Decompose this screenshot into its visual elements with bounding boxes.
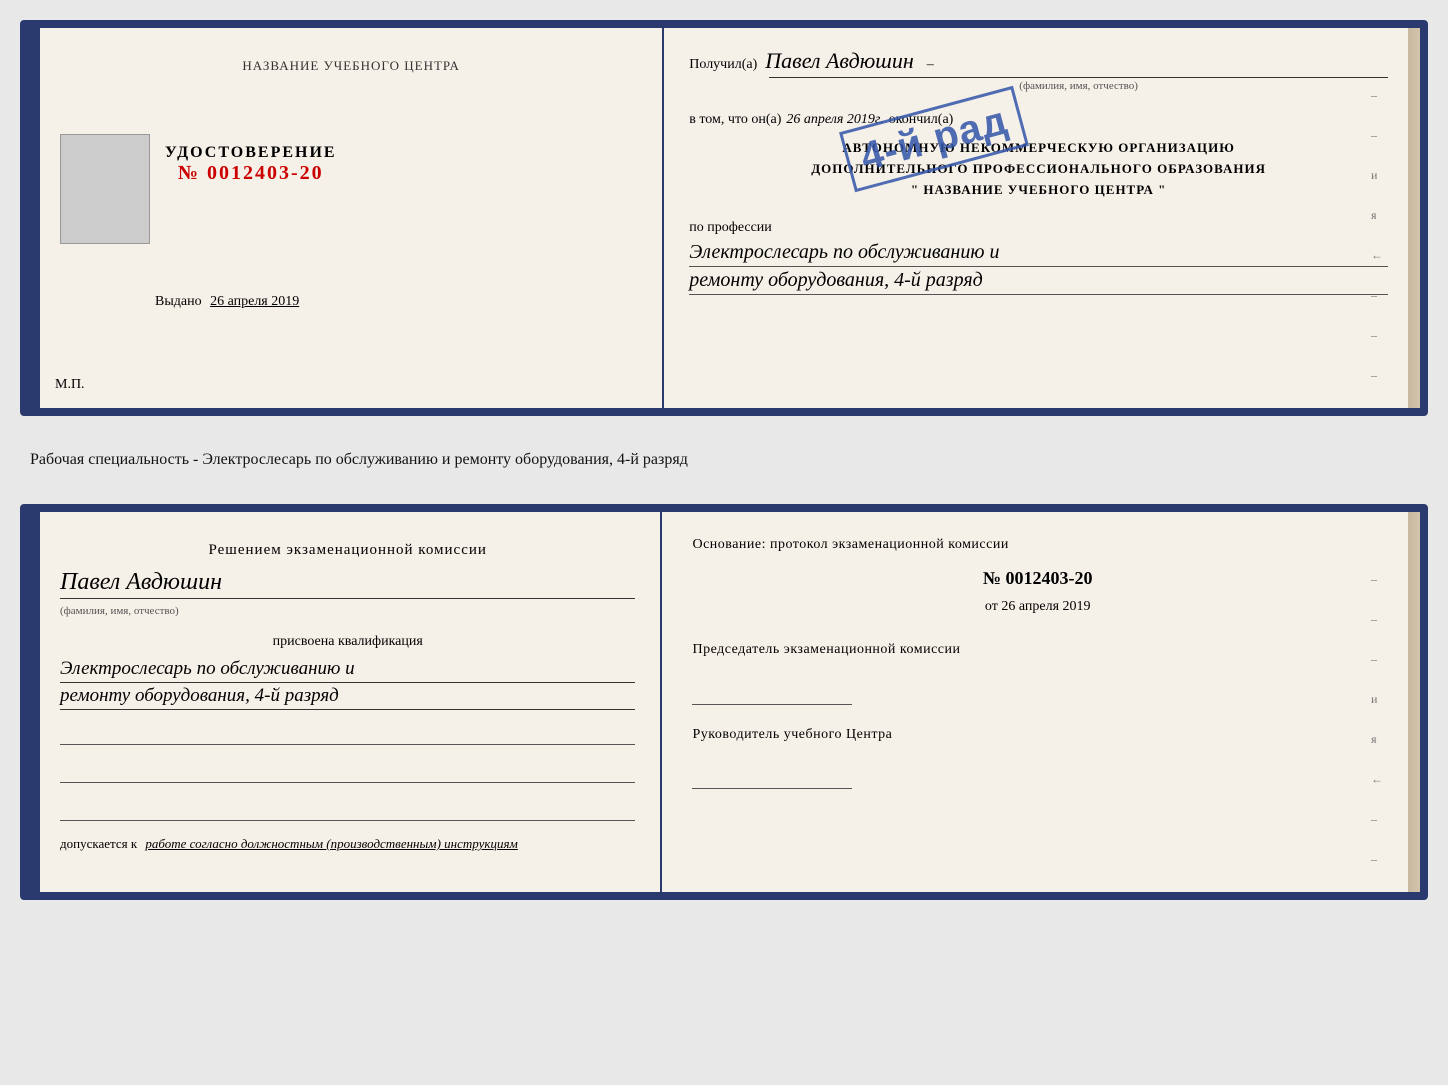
osnovaniye-text: Основание: протокол экзаменационной коми… (692, 537, 1383, 553)
number-value: 0012403-20 (207, 162, 324, 184)
profession-line2-top: ремонту оборудования, 4-й разряд (689, 269, 1388, 295)
deco-b-dash4: – (1371, 812, 1383, 827)
blank-lines (60, 725, 635, 821)
dopuskaetsya-value: работе согласно должностным (производств… (145, 836, 517, 851)
mp-label: М.П. (55, 377, 85, 393)
second-right-page: Основание: протокол экзаменационной коми… (662, 512, 1408, 892)
ot-date: от 26 апреля 2019 (692, 599, 1383, 615)
deco-b-dash5: – (1371, 852, 1383, 867)
protocol-number-value: 0012403-20 (1006, 568, 1093, 588)
right-deco-top: – – и я ← – – – – (1371, 88, 1383, 416)
left-content: УДОСТОВЕРЕНИЕ № 0012403-20 Выдано 26 апр… (60, 114, 642, 310)
vtom-line: в том, что он(а) 26 апреля 2019г. окончи… (689, 112, 1388, 128)
decision-title: Решением экзаменационной комиссии (60, 542, 635, 559)
org-line3: " НАЗВАНИЕ УЧЕБНОГО ЦЕНТРА " (689, 180, 1388, 201)
top-certificate-booklet: НАЗВАНИЕ УЧЕБНОГО ЦЕНТРА УДОСТОВЕРЕНИЕ №… (20, 20, 1428, 416)
deco-b-ya: я (1371, 732, 1383, 747)
vtom-label: в том, что он(а) (689, 112, 781, 128)
photo-placeholder (60, 134, 150, 244)
received-line: Получил(а) Павел Авдюшин – (689, 48, 1388, 74)
vydano-block: Выдано 26 апреля 2019 (155, 294, 299, 310)
qual-line1: Электрослесарь по обслуживанию и (60, 658, 635, 683)
fio-label-bottom: (фамилия, имя, отчество) (60, 605, 179, 617)
vydano-label: Выдано (155, 294, 202, 309)
predsedatel-block: Председатель экзаменационной комиссии (692, 640, 1383, 705)
deco-dash6: – (1371, 408, 1383, 416)
page-wrapper: НАЗВАНИЕ УЧЕБНОГО ЦЕНТРА УДОСТОВЕРЕНИЕ №… (20, 20, 1428, 900)
booklet-right-page: Получил(а) Павел Авдюшин – (фамилия, имя… (664, 28, 1408, 408)
deco-and: и (1371, 168, 1383, 183)
predsedatel-title: Председатель экзаменационной комиссии (692, 640, 1383, 660)
udostoverenie-title: УДОСТОВЕРЕНИЕ (165, 144, 337, 162)
deco-b-dash1: – (1371, 572, 1383, 587)
booklet-spine-bottom-left (28, 512, 40, 892)
booklet-spine-left (28, 28, 40, 408)
deco-larrow: ← (1371, 248, 1383, 263)
org-block: АВТОНОМНУЮ НЕКОММЕРЧЕСКУЮ ОРГАНИЗАЦИЮ ДО… (689, 138, 1388, 200)
fio-label-top: (фамилия, имя, отчество) (769, 77, 1388, 92)
deco-b-dash3: – (1371, 652, 1383, 667)
ot-date-value: 26 апреля 2019 (1001, 599, 1090, 614)
deco-dash1: – (1371, 88, 1383, 103)
booklet-spine-right (1408, 28, 1420, 408)
person-name-bottom: Павел Авдюшин (60, 569, 635, 599)
org-line1: АВТОНОМНУЮ НЕКОММЕРЧЕСКУЮ ОРГАНИЗАЦИЮ (689, 138, 1388, 159)
deco-b-and: и (1371, 692, 1383, 707)
dash-top: – (927, 57, 934, 73)
deco-ya: я (1371, 208, 1383, 223)
center-name-top: НАЗВАНИЕ УЧЕБНОГО ЦЕНТРА (242, 58, 459, 74)
vydano-date: 26 апреля 2019 (210, 294, 299, 309)
person-name-top: Павел Авдюшин (765, 48, 913, 74)
blank-line-1 (60, 725, 635, 745)
deco-dash5: – (1371, 368, 1383, 383)
dopuskaetsya-label: допускается к (60, 836, 137, 851)
bottom-certificate-booklet: Решением экзаменационной комиссии Павел … (20, 504, 1428, 900)
certificate-number: № 0012403-20 (178, 162, 324, 185)
second-left-page: Решением экзаменационной комиссии Павел … (40, 512, 662, 892)
deco-dash4: – (1371, 328, 1383, 343)
profession-line1-top: Электрослесарь по обслуживанию и (689, 241, 1388, 267)
predsedatel-sig-line (692, 685, 852, 705)
booklet-spine-bottom-right (1408, 512, 1420, 892)
ot-label: от (985, 599, 998, 614)
protocol-number-label: № (983, 568, 1001, 588)
number-label: № (178, 162, 200, 184)
deco-dash2: – (1371, 128, 1383, 143)
protocol-number: № 0012403-20 (692, 568, 1383, 589)
deco-b-dash2: – (1371, 612, 1383, 627)
udostoverenie-block: УДОСТОВЕРЕНИЕ № 0012403-20 (165, 144, 337, 185)
blank-line-3 (60, 801, 635, 821)
rukovoditel-block: Руководитель учебного Центра (692, 725, 1383, 790)
deco-b-larrow: ← (1371, 772, 1383, 787)
deco-b-dash6: – (1371, 892, 1383, 900)
profession-label: по профессии (689, 220, 1388, 236)
qual-line2: ремонту оборудования, 4-й разряд (60, 685, 635, 710)
rukovoditel-title: Руководитель учебного Центра (692, 725, 1383, 745)
right-deco-bottom: – – – и я ← – – – – (1371, 572, 1383, 900)
profession-block-top: по профессии Электрослесарь по обслужива… (689, 220, 1388, 295)
blank-line-2 (60, 763, 635, 783)
rukovoditel-sig-line (692, 769, 852, 789)
booklet-left-page: НАЗВАНИЕ УЧЕБНОГО ЦЕНТРА УДОСТОВЕРЕНИЕ №… (40, 28, 664, 408)
poluchil-label: Получил(а) (689, 57, 757, 73)
prisvoena-text: присвоена квалификация (60, 634, 635, 650)
specialty-text: Рабочая специальность - Электрослесарь п… (20, 446, 1428, 474)
deco-dash3: – (1371, 288, 1383, 303)
dopuskaetsya-block: допускается к работе согласно должностны… (60, 836, 635, 852)
org-line2: ДОПОЛНИТЕЛЬНОГО ПРОФЕССИОНАЛЬНОГО ОБРАЗО… (689, 159, 1388, 180)
photo-info-block: УДОСТОВЕРЕНИЕ № 0012403-20 (60, 134, 642, 264)
